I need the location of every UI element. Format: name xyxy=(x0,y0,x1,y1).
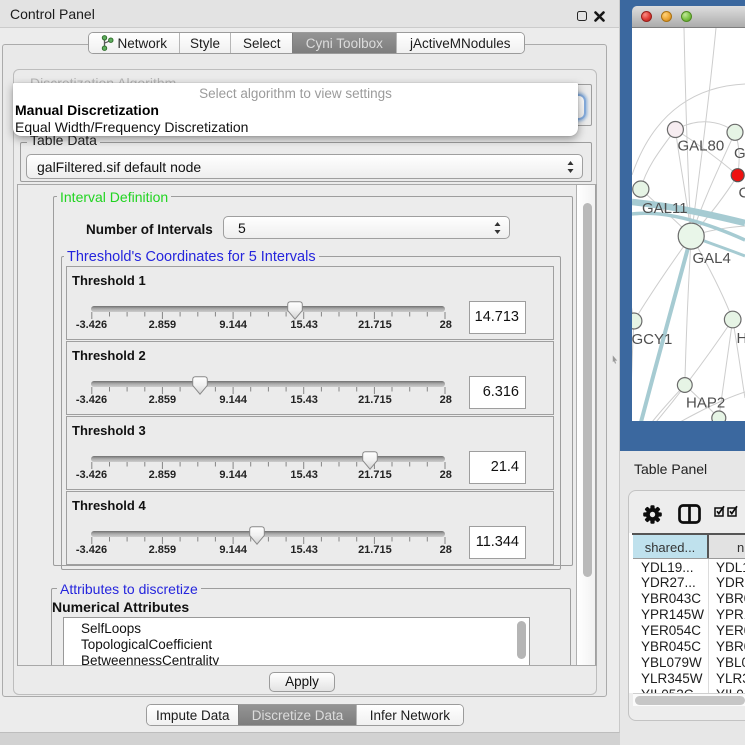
svg-text:GA: GA xyxy=(734,145,745,162)
svg-text:C: C xyxy=(739,185,745,202)
svg-text:GAL4: GAL4 xyxy=(693,250,731,267)
svg-text:H: H xyxy=(737,330,745,347)
svg-text:GAL11: GAL11 xyxy=(642,200,688,217)
svg-text:HAP2: HAP2 xyxy=(686,395,725,412)
svg-text:GCY1: GCY1 xyxy=(632,331,672,348)
svg-text:GAL80: GAL80 xyxy=(678,138,725,155)
